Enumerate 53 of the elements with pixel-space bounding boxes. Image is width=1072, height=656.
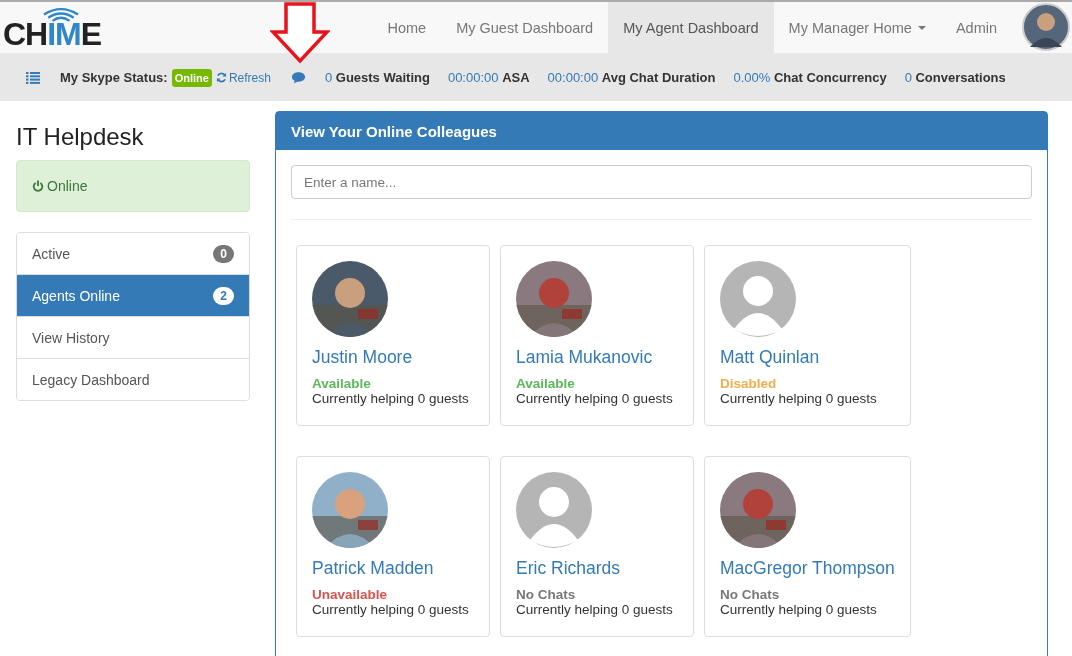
user-avatar[interactable] [1022,3,1070,51]
nav-tab[interactable]: Home [372,2,442,53]
helping-text: Currently helping 0 guests [516,391,673,406]
nav-tab[interactable]: Admin [940,2,1012,53]
agent-status: Disabled [720,376,777,391]
nav-tab[interactable]: My Manager Home [773,2,941,53]
item-label: Active [32,245,71,262]
power-icon [32,180,44,192]
agent-status: No Chats [720,587,780,602]
helping-text: Currently helping 0 guests [720,391,877,406]
agent-name-link[interactable]: Justin Moore [312,347,413,368]
agent-status: Available [312,376,371,391]
sidebar-item[interactable]: Agents Online 2 [17,274,249,316]
logo-text[interactable]: E [80,16,102,52]
name-search-field[interactable]: Enter a name... [291,165,1032,199]
stat-text: 0 Conversations [904,70,1006,85]
agent-status: Unavailable [312,587,388,602]
sidebar-title: IT Helpdesk [16,123,145,151]
logo-text[interactable]: CH [3,16,48,52]
item-label: View History [32,329,110,346]
stat-text: 00:00:00 Avg Chat Duration [547,70,716,85]
item-label: Legacy Dashboard [32,371,150,388]
helping-text: Currently helping 0 guests [312,602,469,617]
helping-text: Currently helping 0 guests [516,602,673,617]
refresh-link[interactable]: Refresh [215,70,271,85]
helping-text: Currently helping 0 guests [720,602,877,617]
panel-title: View Your Online Colleagues [291,122,497,140]
agent-status: Available [516,376,575,391]
agent-name-link[interactable]: MacGregor Thompson [720,558,895,579]
agent-status: No Chats [516,587,576,602]
agent-name-link[interactable]: Patrick Madden [312,558,434,579]
refresh-icon [215,72,227,83]
stat-text: 0.00% Chat Concurrency [733,70,887,85]
sidebar-item[interactable]: Legacy Dashboard [17,358,249,400]
nav-tab[interactable]: My Guest Dashboard [441,2,609,53]
agent-name-link[interactable]: Eric Richards [516,558,621,579]
default-avatar-icon [720,261,796,337]
status-badge: Online [171,68,212,87]
agent-name-link[interactable]: Matt Quinlan [720,347,820,368]
count-badge: 2 [213,286,234,305]
stat-text: 00:00:00 ASA [447,70,530,85]
nav-tab[interactable]: My Agent Dashboard [608,2,774,53]
count-badge: 0 [213,244,234,263]
chat-bubble-icon[interactable] [290,71,306,84]
agent-name-link[interactable]: Lamia Mukanovic [516,347,653,368]
list-icon[interactable] [26,71,40,84]
status-text: Online [47,178,88,194]
skype-status-label: My Skype Status: [60,70,168,85]
item-label: Agents Online [32,287,120,304]
stat-text: 0 Guests Waiting [324,70,430,85]
default-avatar-icon [516,472,592,548]
helping-text: Currently helping 0 guests [312,391,469,406]
logo-text[interactable]: IM [47,16,81,52]
